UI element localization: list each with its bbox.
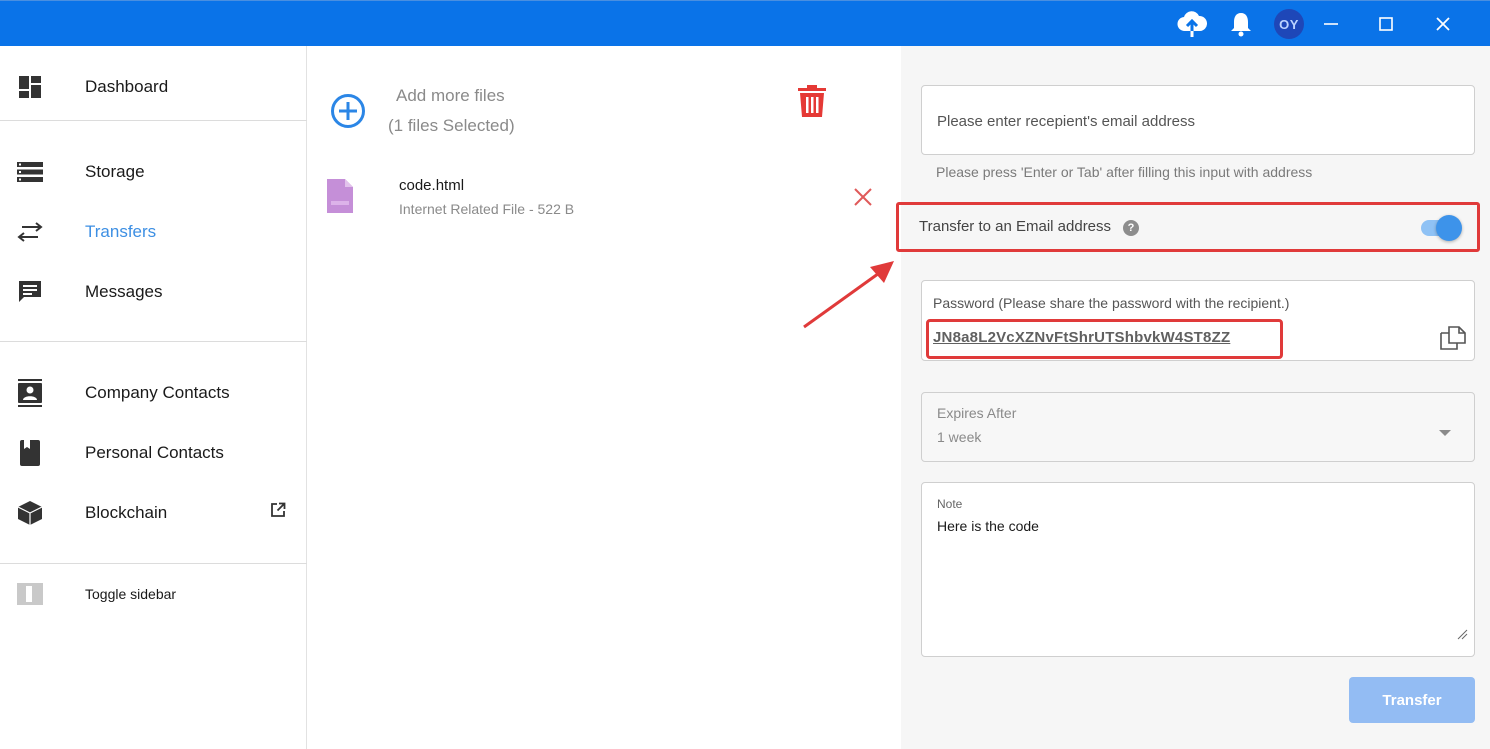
email-placeholder: Please enter recepient's email address: [937, 113, 1196, 130]
copy-icon[interactable]: [1440, 326, 1466, 355]
file-panel: Add more files (1 files Selected) code.h…: [308, 46, 901, 749]
sidebar-item-messages[interactable]: Messages: [0, 267, 307, 317]
close-icon[interactable]: [1430, 1, 1456, 47]
toggle-sidebar-label: Toggle sidebar: [85, 586, 177, 602]
resize-handle-icon[interactable]: [1456, 627, 1468, 645]
minimize-icon[interactable]: [1318, 1, 1344, 47]
toggle-sidebar-button[interactable]: Toggle sidebar: [0, 569, 307, 619]
file-icon: [327, 179, 353, 218]
divider: [0, 563, 307, 564]
sidebar-item-label: Messages: [85, 282, 163, 301]
title-bar: OY: [0, 0, 1490, 46]
bell-icon[interactable]: [1228, 1, 1254, 47]
divider: [0, 120, 307, 121]
sidebar-item-label: Storage: [85, 162, 145, 181]
note-label: Note: [937, 497, 963, 511]
email-hint: Please press 'Enter or Tab' after fillin…: [936, 164, 1313, 180]
storage-icon: [17, 159, 43, 185]
dashboard-icon: [17, 74, 43, 100]
sidebar-item-transfers[interactable]: Transfers: [0, 207, 307, 257]
divider: [0, 341, 307, 342]
transfers-icon: [17, 219, 43, 245]
note-textarea[interactable]: Note Here is the code: [921, 482, 1475, 657]
external-link-icon[interactable]: [270, 502, 286, 523]
sidebar-item-personal-contacts[interactable]: Personal Contacts: [0, 428, 307, 478]
files-selected-count: (1 files Selected): [388, 116, 515, 135]
sidebar-item-label: Company Contacts: [85, 383, 230, 402]
password-field: Password (Please share the password with…: [921, 280, 1475, 361]
toggle-sidebar-icon: [17, 581, 43, 607]
sidebar-item-dashboard[interactable]: Dashboard: [0, 62, 307, 112]
sidebar-item-label: Personal Contacts: [85, 443, 224, 462]
sidebar-item-storage[interactable]: Storage: [0, 147, 307, 197]
cloud-upload-icon[interactable]: [1176, 1, 1208, 47]
sidebar-item-label: Blockchain: [85, 503, 168, 522]
sidebar-item-blockchain[interactable]: Blockchain: [0, 488, 307, 538]
sidebar: Dashboard Storage Transfers Messages Com…: [0, 46, 307, 749]
note-value: Here is the code: [937, 518, 1039, 534]
delete-all-icon[interactable]: [798, 85, 826, 122]
avatar[interactable]: OY: [1273, 1, 1305, 47]
remove-file-icon[interactable]: [854, 188, 872, 211]
sidebar-item-label: Transfers: [85, 222, 157, 241]
password-label: Password (Please share the password with…: [933, 295, 1290, 311]
expires-label: Expires After: [937, 405, 1017, 421]
transfer-email-row: Transfer to an Email address ?: [896, 202, 1480, 252]
chevron-down-icon: [1438, 424, 1452, 442]
annotation-arrow: [803, 261, 894, 329]
help-icon[interactable]: ?: [1123, 220, 1139, 236]
password-highlight: [926, 319, 1283, 359]
add-file-icon[interactable]: [330, 93, 366, 134]
sidebar-item-company-contacts[interactable]: Company Contacts: [0, 368, 307, 418]
add-more-files-link[interactable]: Add more files: [396, 86, 505, 106]
transfer-form: Please enter recepient's email address P…: [896, 46, 1490, 749]
file-name: code.html: [399, 177, 465, 194]
maximize-icon[interactable]: [1373, 1, 1399, 47]
expires-select[interactable]: Expires After 1 week: [921, 392, 1475, 462]
toggle-knob: [1436, 215, 1462, 241]
expires-value: 1 week: [937, 429, 982, 445]
messages-icon: [17, 279, 43, 305]
blockchain-icon: [17, 500, 43, 526]
recipient-email-input[interactable]: Please enter recepient's email address: [921, 85, 1475, 155]
transfer-button[interactable]: Transfer: [1349, 677, 1475, 723]
personal-contacts-icon: [17, 440, 43, 466]
company-contacts-icon: [17, 379, 43, 407]
transfer-email-label: Transfer to an Email address: [919, 218, 1112, 235]
sidebar-item-label: Dashboard: [85, 77, 169, 96]
file-meta: Internet Related File - 522 B: [399, 201, 575, 217]
